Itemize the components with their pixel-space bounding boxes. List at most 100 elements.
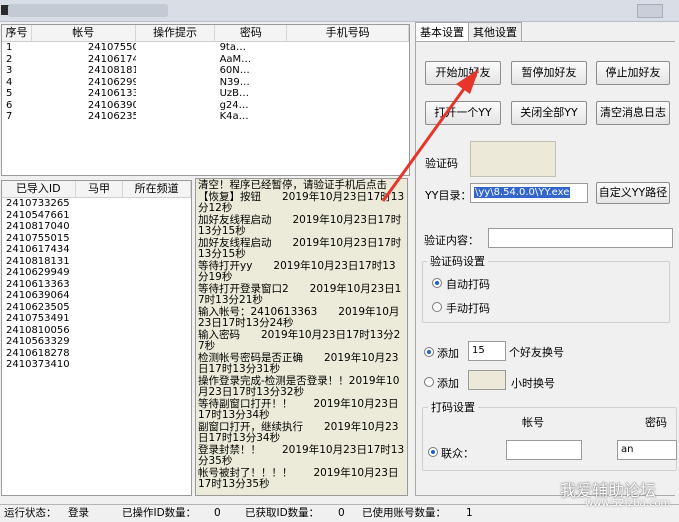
- coding-account-input[interactable]: [506, 440, 582, 460]
- tab-other-settings[interactable]: 其他设置: [468, 22, 522, 42]
- col-vest[interactable]: 马甲: [76, 181, 124, 197]
- col-password[interactable]: 密码: [215, 25, 288, 41]
- cell-phone: [287, 111, 409, 123]
- table-row[interactable]: 3 2410818131 60N…: [2, 65, 409, 77]
- cell-password: g24…: [219, 99, 249, 111]
- imported-id: 2410818131: [6, 255, 70, 267]
- cell-account: 2410818131: [87, 65, 136, 76]
- list-item[interactable]: 2410629949: [2, 267, 191, 279]
- list-item[interactable]: 2410753491: [2, 313, 191, 325]
- cell-phone: [287, 42, 409, 54]
- cell-no: 1: [6, 42, 13, 53]
- list-item[interactable]: 2410733265: [2, 198, 191, 210]
- verify-content-label: 验证内容：: [424, 234, 479, 247]
- cell-account: 2410629949: [87, 76, 136, 88]
- imported-ids-table[interactable]: 已导入ID 马甲 所在频道 2410733265 2410547661 241081…: [1, 180, 192, 496]
- hours-count-input[interactable]: [468, 370, 506, 390]
- cell-account: 2410617434: [87, 53, 136, 65]
- list-item[interactable]: 2410563329: [2, 336, 191, 348]
- friends-count-unit: 个好友换号: [509, 346, 564, 359]
- clear-log-button[interactable]: 清空消息日志: [596, 101, 670, 125]
- col-imported-id[interactable]: 已导入ID: [2, 181, 76, 197]
- op-ids-label: 已操作ID数量：: [122, 507, 197, 519]
- yy-dir-field[interactable]: \yy\8.54.0.0\YY.exe: [470, 183, 588, 203]
- start-add-friends-button[interactable]: 开始加好友: [425, 61, 501, 85]
- cell-hint: [136, 100, 216, 112]
- log-line: 清空！程序已经暂停，请验证手机后点击【恢复】按钮 2019年10月23日17时1…: [198, 179, 405, 214]
- list-item[interactable]: 2410547661: [2, 210, 191, 222]
- tab-basic-settings[interactable]: 基本设置: [415, 22, 469, 42]
- coding-password-input[interactable]: an: [617, 440, 677, 460]
- run-state-label: 运行状态：: [4, 507, 57, 519]
- title-bar: [0, 0, 679, 22]
- imported-id: 2410810056: [6, 324, 70, 336]
- cell-phone: [287, 65, 409, 77]
- cell-no: 5: [6, 88, 13, 99]
- friends-count-input[interactable]: 15: [468, 341, 506, 361]
- list-item[interactable]: 2410639064: [2, 290, 191, 302]
- log-line: 等待打开登录窗口2 2019年10月23日17时13分21秒: [198, 282, 402, 306]
- manual-coding-radio[interactable]: [432, 302, 442, 312]
- list-item[interactable]: 2410613363: [2, 279, 191, 291]
- cell-phone: [287, 100, 409, 112]
- used-accounts-value: 1: [466, 507, 473, 519]
- list-item[interactable]: 2410755015: [2, 233, 191, 245]
- lianzhong-radio[interactable]: [428, 447, 438, 457]
- coding-settings-group: [422, 407, 677, 471]
- yy-dir-label: YY目录：: [425, 189, 472, 202]
- coding-account-col: 帐号: [522, 416, 544, 429]
- list-item[interactable]: 2410618278: [2, 348, 191, 360]
- table-row[interactable]: 7 2410623505 K4a…: [2, 111, 409, 123]
- table-row[interactable]: 4 2410629949 N39…: [2, 77, 409, 89]
- list-item[interactable]: 2410818131: [2, 256, 191, 268]
- switch-by-hours-radio[interactable]: [424, 377, 434, 387]
- close-all-yy-button[interactable]: 关闭全部YY: [511, 101, 587, 125]
- cell-phone: [287, 77, 409, 89]
- used-accounts-label: 已使用账号数量：: [362, 507, 446, 519]
- col-no[interactable]: 序号: [2, 25, 32, 41]
- table-row[interactable]: 5 2410613363 UzB…: [2, 88, 409, 100]
- watermark-url: www.52fzba.com: [585, 498, 671, 509]
- open-yy-button[interactable]: 打开一个YY: [425, 101, 501, 125]
- table-row[interactable]: 2 2410617434 AaM…: [2, 54, 409, 66]
- custom-yy-path-button[interactable]: 自定义YY路径: [596, 182, 670, 204]
- imported-id: 2410753491: [6, 313, 70, 324]
- col-hint[interactable]: 操作提示: [136, 25, 216, 41]
- imported-id: 2410629949: [6, 267, 70, 278]
- imported-id: 2410623505: [6, 301, 70, 313]
- stop-add-friends-button[interactable]: 停止加好友: [596, 61, 670, 85]
- imported-id: 2410639064: [6, 290, 70, 301]
- status-bar: 运行状态： 登录 已操作ID数量： 0 已获取ID数量： 0 已使用账号数量： …: [0, 504, 679, 522]
- pause-add-friends-button[interactable]: 暂停加好友: [511, 61, 587, 85]
- col-channel[interactable]: 所在频道: [123, 181, 191, 197]
- window-controls[interactable]: [637, 4, 663, 18]
- list-item[interactable]: 2410617434: [2, 244, 191, 256]
- cell-password: 9ta…: [219, 42, 246, 53]
- cell-no: 6: [6, 99, 13, 111]
- op-ids-value: 0: [214, 507, 221, 519]
- log-line: 等待副窗口打开！！ 2019年10月23日17时13分34秒: [198, 397, 399, 421]
- col-phone[interactable]: 手机号码: [287, 25, 409, 41]
- list-item[interactable]: 2410373410: [2, 359, 191, 371]
- log-line: 登录封禁！！ 2019年10月23日17时13分35秒: [198, 443, 405, 467]
- cell-password: 60N…: [219, 65, 250, 76]
- captcha-label: 验证码: [425, 157, 458, 170]
- switch-by-friends-radio[interactable]: [424, 347, 434, 357]
- list-item[interactable]: 2410623505: [2, 302, 191, 314]
- yy-dir-value: \yy\8.54.0.0\YY.exe: [474, 187, 571, 198]
- list-item[interactable]: 2410810056: [2, 325, 191, 337]
- accounts-table[interactable]: 序号 帐号 操作提示 密码 手机号码 1 2410755015 9ta… 2 24106…: [1, 24, 410, 176]
- imported-id: 2410613363: [6, 278, 70, 290]
- auto-coding-radio[interactable]: [432, 278, 442, 288]
- imported-id: 2410373410: [6, 359, 70, 370]
- imported-id: 2410817040: [6, 221, 70, 232]
- col-account[interactable]: 帐号: [32, 25, 136, 41]
- table-row[interactable]: 1 2410755015 9ta…: [2, 42, 409, 54]
- imported-id: 2410733265: [6, 198, 70, 209]
- list-item[interactable]: 2410817040: [2, 221, 191, 233]
- table-row[interactable]: 6 2410639064 g24…: [2, 100, 409, 112]
- imported-id: 2410547661: [6, 209, 70, 221]
- cell-hint: [136, 77, 216, 89]
- verify-content-input[interactable]: [488, 228, 673, 248]
- cell-no: 2: [6, 53, 13, 65]
